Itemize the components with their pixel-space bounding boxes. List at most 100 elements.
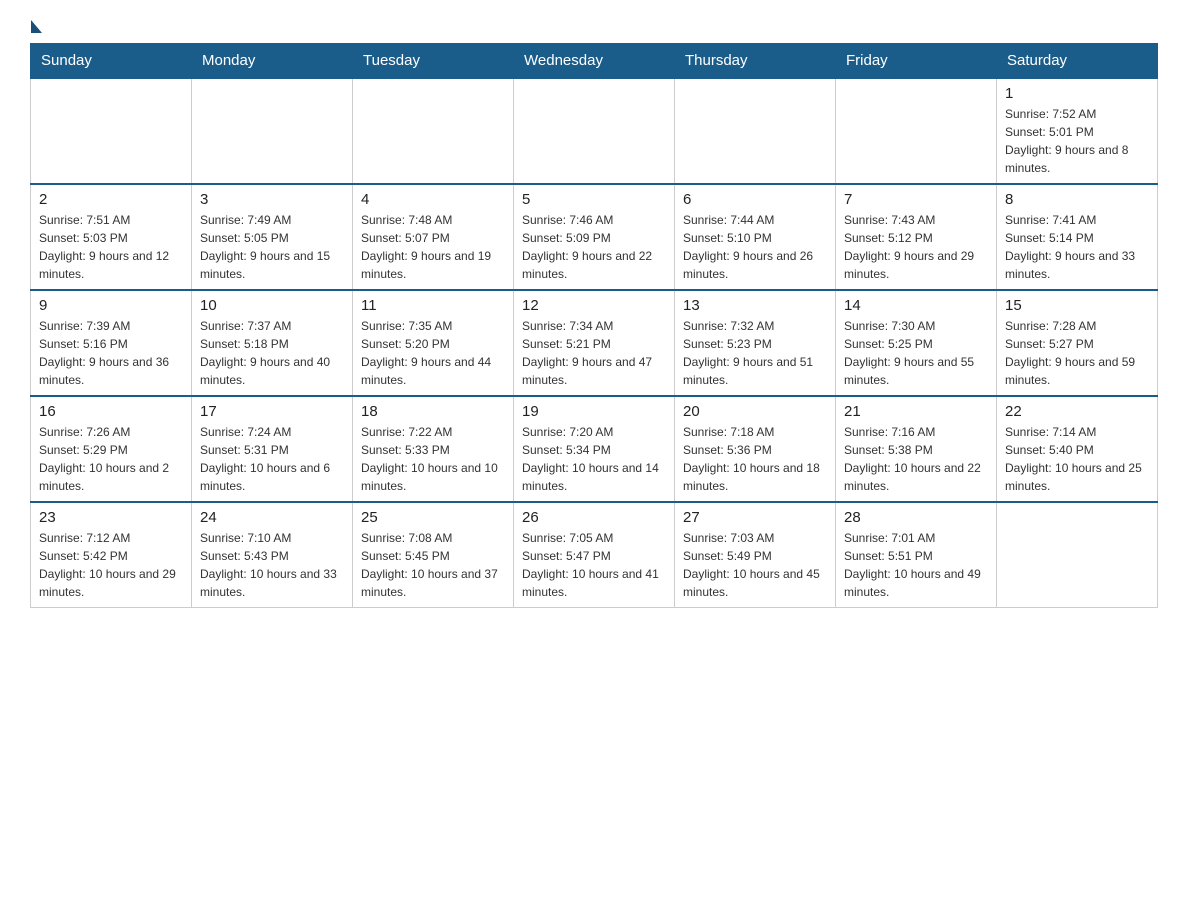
calendar-cell: 17 Sunrise: 7:24 AMSunset: 5:31 PMDayligh…: [192, 396, 353, 502]
day-number: 12: [522, 297, 666, 314]
day-number: 3: [200, 191, 344, 208]
day-number: 13: [683, 297, 827, 314]
calendar-cell: 26 Sunrise: 7:05 AMSunset: 5:47 PMDayligh…: [514, 502, 675, 608]
day-number: 20: [683, 403, 827, 420]
calendar-cell: 16 Sunrise: 7:26 AMSunset: 5:29 PMDayligh…: [31, 396, 192, 502]
weekday-header-sunday: Sunday: [31, 44, 192, 79]
day-number: 7: [844, 191, 988, 208]
day-number: 27: [683, 509, 827, 526]
weekday-header-wednesday: Wednesday: [514, 44, 675, 79]
day-info: Sunrise: 7:52 AMSunset: 5:01 PMDaylight:…: [1005, 105, 1149, 177]
day-info: Sunrise: 7:43 AMSunset: 5:12 PMDaylight:…: [844, 211, 988, 283]
calendar-week-5: 23 Sunrise: 7:12 AMSunset: 5:42 PMDayligh…: [31, 502, 1158, 608]
calendar-cell: [31, 78, 192, 184]
calendar-cell: [836, 78, 997, 184]
day-info: Sunrise: 7:10 AMSunset: 5:43 PMDaylight:…: [200, 529, 344, 601]
calendar-cell: 21 Sunrise: 7:16 AMSunset: 5:38 PMDayligh…: [836, 396, 997, 502]
day-number: 19: [522, 403, 666, 420]
day-number: 26: [522, 509, 666, 526]
calendar-cell: 1 Sunrise: 7:52 AMSunset: 5:01 PMDaylight…: [997, 78, 1158, 184]
logo: [30, 20, 42, 33]
weekday-header-friday: Friday: [836, 44, 997, 79]
calendar-week-1: 1 Sunrise: 7:52 AMSunset: 5:01 PMDaylight…: [31, 78, 1158, 184]
calendar-cell: 6 Sunrise: 7:44 AMSunset: 5:10 PMDaylight…: [675, 184, 836, 290]
day-info: Sunrise: 7:01 AMSunset: 5:51 PMDaylight:…: [844, 529, 988, 601]
day-number: 24: [200, 509, 344, 526]
day-info: Sunrise: 7:14 AMSunset: 5:40 PMDaylight:…: [1005, 423, 1149, 495]
day-number: 2: [39, 191, 183, 208]
calendar-cell: [675, 78, 836, 184]
day-info: Sunrise: 7:49 AMSunset: 5:05 PMDaylight:…: [200, 211, 344, 283]
day-info: Sunrise: 7:51 AMSunset: 5:03 PMDaylight:…: [39, 211, 183, 283]
calendar-week-3: 9 Sunrise: 7:39 AMSunset: 5:16 PMDaylight…: [31, 290, 1158, 396]
day-number: 1: [1005, 85, 1149, 102]
calendar-cell: 8 Sunrise: 7:41 AMSunset: 5:14 PMDaylight…: [997, 184, 1158, 290]
calendar-header-row: SundayMondayTuesdayWednesdayThursdayFrid…: [31, 44, 1158, 79]
calendar-cell: 11 Sunrise: 7:35 AMSunset: 5:20 PMDayligh…: [353, 290, 514, 396]
day-number: 11: [361, 297, 505, 314]
logo-chevron-icon: [31, 20, 42, 33]
day-info: Sunrise: 7:32 AMSunset: 5:23 PMDaylight:…: [683, 317, 827, 389]
day-number: 16: [39, 403, 183, 420]
day-number: 21: [844, 403, 988, 420]
day-number: 18: [361, 403, 505, 420]
day-info: Sunrise: 7:24 AMSunset: 5:31 PMDaylight:…: [200, 423, 344, 495]
calendar-cell: 7 Sunrise: 7:43 AMSunset: 5:12 PMDaylight…: [836, 184, 997, 290]
calendar-week-4: 16 Sunrise: 7:26 AMSunset: 5:29 PMDayligh…: [31, 396, 1158, 502]
day-info: Sunrise: 7:44 AMSunset: 5:10 PMDaylight:…: [683, 211, 827, 283]
day-info: Sunrise: 7:03 AMSunset: 5:49 PMDaylight:…: [683, 529, 827, 601]
day-number: 23: [39, 509, 183, 526]
weekday-header-thursday: Thursday: [675, 44, 836, 79]
day-info: Sunrise: 7:39 AMSunset: 5:16 PMDaylight:…: [39, 317, 183, 389]
day-info: Sunrise: 7:22 AMSunset: 5:33 PMDaylight:…: [361, 423, 505, 495]
weekday-header-saturday: Saturday: [997, 44, 1158, 79]
day-number: 10: [200, 297, 344, 314]
calendar-cell: 2 Sunrise: 7:51 AMSunset: 5:03 PMDaylight…: [31, 184, 192, 290]
calendar-cell: 22 Sunrise: 7:14 AMSunset: 5:40 PMDayligh…: [997, 396, 1158, 502]
calendar-cell: 13 Sunrise: 7:32 AMSunset: 5:23 PMDayligh…: [675, 290, 836, 396]
calendar-cell: 4 Sunrise: 7:48 AMSunset: 5:07 PMDaylight…: [353, 184, 514, 290]
calendar-cell: 10Sunrise: 7:37 AMSunset: 5:18 PMDayligh…: [192, 290, 353, 396]
day-number: 6: [683, 191, 827, 208]
day-info: Sunrise: 7:46 AMSunset: 5:09 PMDaylight:…: [522, 211, 666, 283]
day-info: Sunrise: 7:08 AMSunset: 5:45 PMDaylight:…: [361, 529, 505, 601]
day-info: Sunrise: 7:28 AMSunset: 5:27 PMDaylight:…: [1005, 317, 1149, 389]
calendar-cell: [514, 78, 675, 184]
calendar-cell: 20 Sunrise: 7:18 AMSunset: 5:36 PMDayligh…: [675, 396, 836, 502]
day-number: 15: [1005, 297, 1149, 314]
calendar-cell: 23 Sunrise: 7:12 AMSunset: 5:42 PMDayligh…: [31, 502, 192, 608]
day-number: 4: [361, 191, 505, 208]
day-number: 8: [1005, 191, 1149, 208]
day-info: Sunrise: 7:05 AMSunset: 5:47 PMDaylight:…: [522, 529, 666, 601]
weekday-header-monday: Monday: [192, 44, 353, 79]
day-info: Sunrise: 7:34 AMSunset: 5:21 PMDaylight:…: [522, 317, 666, 389]
calendar-cell: 25Sunrise: 7:08 AMSunset: 5:45 PMDayligh…: [353, 502, 514, 608]
calendar-cell: 24 Sunrise: 7:10 AMSunset: 5:43 PMDayligh…: [192, 502, 353, 608]
day-info: Sunrise: 7:41 AMSunset: 5:14 PMDaylight:…: [1005, 211, 1149, 283]
day-number: 22: [1005, 403, 1149, 420]
calendar-cell: 28 Sunrise: 7:01 AMSunset: 5:51 PMDayligh…: [836, 502, 997, 608]
calendar-cell: 15 Sunrise: 7:28 AMSunset: 5:27 PMDayligh…: [997, 290, 1158, 396]
day-number: 9: [39, 297, 183, 314]
calendar-table: SundayMondayTuesdayWednesdayThursdayFrid…: [30, 43, 1158, 608]
day-info: Sunrise: 7:48 AMSunset: 5:07 PMDaylight:…: [361, 211, 505, 283]
day-info: Sunrise: 7:16 AMSunset: 5:38 PMDaylight:…: [844, 423, 988, 495]
day-number: 17: [200, 403, 344, 420]
weekday-header-tuesday: Tuesday: [353, 44, 514, 79]
day-number: 14: [844, 297, 988, 314]
day-info: Sunrise: 7:20 AMSunset: 5:34 PMDaylight:…: [522, 423, 666, 495]
calendar-cell: 12 Sunrise: 7:34 AMSunset: 5:21 PMDayligh…: [514, 290, 675, 396]
day-info: Sunrise: 7:18 AMSunset: 5:36 PMDaylight:…: [683, 423, 827, 495]
day-info: Sunrise: 7:35 AMSunset: 5:20 PMDaylight:…: [361, 317, 505, 389]
day-number: 5: [522, 191, 666, 208]
calendar-cell: [353, 78, 514, 184]
calendar-cell: 3 Sunrise: 7:49 AMSunset: 5:05 PMDaylight…: [192, 184, 353, 290]
page-header: [30, 20, 1158, 33]
day-number: 28: [844, 509, 988, 526]
calendar-cell: 5 Sunrise: 7:46 AMSunset: 5:09 PMDaylight…: [514, 184, 675, 290]
day-info: Sunrise: 7:12 AMSunset: 5:42 PMDaylight:…: [39, 529, 183, 601]
day-info: Sunrise: 7:30 AMSunset: 5:25 PMDaylight:…: [844, 317, 988, 389]
day-info: Sunrise: 7:26 AMSunset: 5:29 PMDaylight:…: [39, 423, 183, 495]
calendar-cell: [997, 502, 1158, 608]
calendar-cell: [192, 78, 353, 184]
